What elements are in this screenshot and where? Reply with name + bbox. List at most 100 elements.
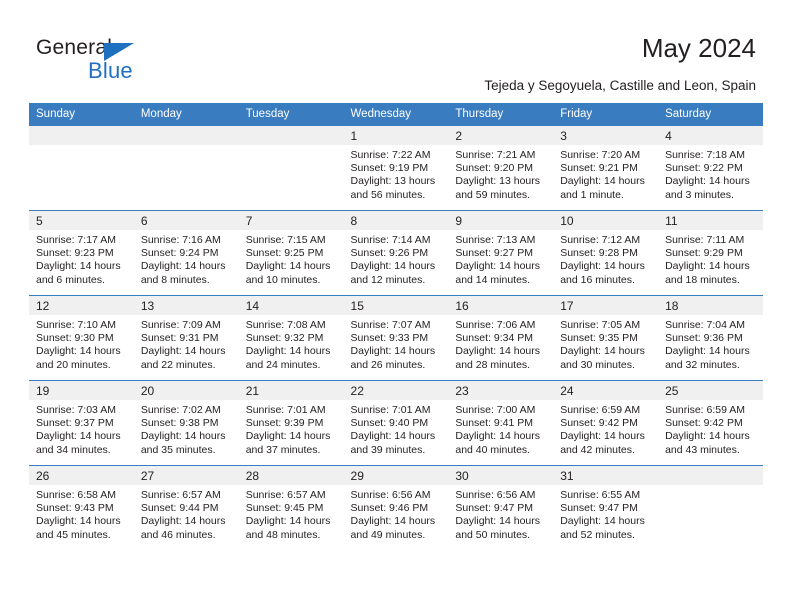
sunrise-text: Sunrise: 6:55 AM: [560, 489, 641, 501]
daylight-text: Daylight: 14 hours and 24 minutes.: [245, 345, 331, 371]
day-number: 21: [238, 381, 344, 400]
daylight-text: Daylight: 14 hours and 35 minutes.: [140, 430, 226, 456]
sunset-text: Sunset: 9:47 PM: [455, 502, 534, 515]
sunrise-text: Sunrise: 6:56 AM: [455, 489, 536, 501]
day-details: Sunrise: 7:20 AM Sunset: 9:21 PM Daylight:…: [553, 145, 658, 202]
calendar-day-cell[interactable]: 4 Sunrise: 7:18 AM Sunset: 9:22 PM Daylight…: [658, 125, 763, 211]
sunrise-text: Sunrise: 7:04 AM: [665, 319, 746, 331]
daylight-text: Daylight: 14 hours and 3 minutes.: [665, 175, 750, 201]
page-title: May 2024: [641, 33, 756, 63]
calendar-day-cell[interactable]: 29 Sunrise: 6:56 AM Sunset: 9:46 PM Dayligh…: [343, 465, 449, 550]
day-number: 20: [133, 381, 239, 400]
sunrise-text: Sunrise: 7:06 AM: [455, 319, 536, 331]
daylight-text: Daylight: 14 hours and 40 minutes.: [455, 430, 541, 456]
day-details: Sunrise: 6:58 AM Sunset: 9:43 PM Daylight:…: [29, 485, 134, 542]
day-details: Sunrise: 7:11 AM Sunset: 9:29 PM Daylight:…: [658, 230, 763, 287]
calendar-day-cell[interactable]: 26 Sunrise: 6:58 AM Sunset: 9:43 PM Dayligh…: [29, 465, 134, 550]
calendar-day-cell[interactable]: 2 Sunrise: 7:21 AM Sunset: 9:20 PM Daylight…: [448, 125, 554, 211]
sunrise-text: Sunrise: 7:03 AM: [36, 404, 116, 416]
daylight-text: Daylight: 14 hours and 10 minutes.: [245, 260, 331, 286]
calendar-page: General Blue May 2024 Tejeda y Segoyuela…: [0, 0, 792, 612]
calendar-day-cell[interactable]: 20 Sunrise: 7:02 AM Sunset: 9:38 PM Dayligh…: [133, 380, 239, 466]
sunset-text: Sunset: 9:37 PM: [36, 417, 114, 430]
sunrise-text: Sunrise: 7:20 AM: [560, 149, 641, 161]
sunrise-text: Sunrise: 7:16 AM: [140, 234, 221, 246]
daylight-text: Daylight: 13 hours and 59 minutes.: [455, 175, 541, 201]
sunrise-text: Sunrise: 6:56 AM: [350, 489, 431, 501]
day-number: [238, 126, 344, 145]
weekday-header-sunday: Sunday: [29, 103, 134, 126]
calendar-day-cell[interactable]: 12 Sunrise: 7:10 AM Sunset: 9:30 PM Dayligh…: [29, 295, 134, 381]
calendar-day-cell[interactable]: 16 Sunrise: 7:06 AM Sunset: 9:34 PM Dayligh…: [448, 295, 554, 381]
calendar-day-cell[interactable]: 25 Sunrise: 6:59 AM Sunset: 9:42 PM Dayligh…: [658, 380, 763, 466]
calendar-day-cell[interactable]: 27 Sunrise: 6:57 AM Sunset: 9:44 PM Dayligh…: [133, 465, 239, 550]
calendar-week-row: 12 Sunrise: 7:10 AM Sunset: 9:30 PM Dayligh…: [29, 295, 763, 381]
sunrise-sunset-calendar: Sunday Monday Tuesday Wednesday Thursday…: [29, 103, 763, 550]
sunrise-text: Sunrise: 7:07 AM: [350, 319, 431, 331]
sunset-text: Sunset: 9:30 PM: [36, 332, 114, 345]
day-number: 22: [343, 381, 449, 400]
sunset-text: Sunset: 9:27 PM: [455, 247, 534, 260]
calendar-day-cell[interactable]: 6 Sunrise: 7:16 AM Sunset: 9:24 PM Daylight…: [133, 210, 239, 296]
day-details: Sunrise: 7:08 AM Sunset: 9:32 PM Daylight:…: [239, 315, 344, 372]
calendar-day-cell[interactable]: 17 Sunrise: 7:05 AM Sunset: 9:35 PM Dayligh…: [553, 295, 659, 381]
calendar-day-cell[interactable]: 9 Sunrise: 7:13 AM Sunset: 9:27 PM Daylight…: [448, 210, 554, 296]
sunrise-text: Sunrise: 7:11 AM: [665, 234, 745, 246]
calendar-day-cell[interactable]: 21 Sunrise: 7:01 AM Sunset: 9:39 PM Dayligh…: [238, 380, 344, 466]
day-details: Sunrise: 7:05 AM Sunset: 9:35 PM Daylight:…: [553, 315, 658, 372]
calendar-day-cell[interactable]: 24 Sunrise: 6:59 AM Sunset: 9:42 PM Dayligh…: [553, 380, 659, 466]
day-number: 12: [29, 296, 134, 315]
day-details: Sunrise: 7:02 AM Sunset: 9:38 PM Daylight:…: [134, 400, 239, 457]
day-number: 23: [448, 381, 554, 400]
day-details: Sunrise: 7:22 AM Sunset: 9:19 PM Daylight:…: [344, 145, 449, 202]
calendar-day-cell[interactable]: 5 Sunrise: 7:17 AM Sunset: 9:23 PM Daylight…: [29, 210, 134, 296]
calendar-day-cell[interactable]: 28 Sunrise: 6:57 AM Sunset: 9:45 PM Dayligh…: [238, 465, 344, 550]
daylight-text: Daylight: 14 hours and 50 minutes.: [455, 515, 541, 541]
calendar-day-cell[interactable]: 8 Sunrise: 7:14 AM Sunset: 9:26 PM Daylight…: [343, 210, 449, 296]
page-subtitle: Tejeda y Segoyuela, Castille and Leon, S…: [484, 78, 756, 93]
calendar-day-cell[interactable]: 11 Sunrise: 7:11 AM Sunset: 9:29 PM Dayligh…: [658, 210, 763, 296]
calendar-day-cell[interactable]: 23 Sunrise: 7:00 AM Sunset: 9:41 PM Dayligh…: [448, 380, 554, 466]
calendar-day-cell[interactable]: 13 Sunrise: 7:09 AM Sunset: 9:31 PM Dayligh…: [133, 295, 239, 381]
calendar-day-cell[interactable]: 18 Sunrise: 7:04 AM Sunset: 9:36 PM Dayligh…: [658, 295, 763, 381]
sunrise-text: Sunrise: 6:58 AM: [36, 489, 116, 501]
calendar-day-cell[interactable]: 3 Sunrise: 7:20 AM Sunset: 9:21 PM Daylight…: [553, 125, 659, 211]
day-details: Sunrise: 6:56 AM Sunset: 9:47 PM Daylight:…: [448, 485, 553, 542]
sunset-text: Sunset: 9:33 PM: [350, 332, 429, 345]
day-details: Sunrise: 7:01 AM Sunset: 9:40 PM Daylight:…: [344, 400, 449, 457]
sunset-text: Sunset: 9:29 PM: [665, 247, 743, 260]
daylight-text: Daylight: 14 hours and 46 minutes.: [140, 515, 226, 541]
calendar-day-cell[interactable]: 15 Sunrise: 7:07 AM Sunset: 9:33 PM Dayligh…: [343, 295, 449, 381]
day-number: 1: [343, 126, 449, 145]
sunrise-text: Sunrise: 6:59 AM: [560, 404, 641, 416]
sunrise-text: Sunrise: 7:22 AM: [350, 149, 431, 161]
day-number: [133, 126, 239, 145]
day-details: Sunrise: 7:12 AM Sunset: 9:28 PM Daylight:…: [553, 230, 658, 287]
calendar-day-cell[interactable]: 30 Sunrise: 6:56 AM Sunset: 9:47 PM Dayligh…: [448, 465, 554, 550]
day-number: 16: [448, 296, 554, 315]
sunset-text: Sunset: 9:25 PM: [245, 247, 324, 260]
daylight-text: Daylight: 14 hours and 49 minutes.: [350, 515, 436, 541]
calendar-day-cell[interactable]: 31 Sunrise: 6:55 AM Sunset: 9:47 PM Dayligh…: [553, 465, 659, 550]
sunset-text: Sunset: 9:35 PM: [560, 332, 638, 345]
sunset-text: Sunset: 9:23 PM: [36, 247, 114, 260]
day-number: 25: [658, 381, 763, 400]
sunrise-text: Sunrise: 7:08 AM: [245, 319, 326, 331]
weekday-header-thursday: Thursday: [448, 103, 554, 126]
daylight-text: Daylight: 14 hours and 22 minutes.: [140, 345, 226, 371]
sunrise-text: Sunrise: 7:18 AM: [665, 149, 746, 161]
calendar-day-cell[interactable]: 14 Sunrise: 7:08 AM Sunset: 9:32 PM Dayligh…: [238, 295, 344, 381]
daylight-text: Daylight: 14 hours and 28 minutes.: [455, 345, 541, 371]
general-blue-logo[interactable]: General Blue: [36, 36, 216, 84]
calendar-day-cell[interactable]: 22 Sunrise: 7:01 AM Sunset: 9:40 PM Dayligh…: [343, 380, 449, 466]
calendar-cell-empty: [133, 125, 239, 211]
daylight-text: Daylight: 14 hours and 52 minutes.: [560, 515, 645, 541]
calendar-day-cell[interactable]: 10 Sunrise: 7:12 AM Sunset: 9:28 PM Dayligh…: [553, 210, 659, 296]
calendar-day-cell[interactable]: 1 Sunrise: 7:22 AM Sunset: 9:19 PM Daylight…: [343, 125, 449, 211]
calendar-day-cell[interactable]: 7 Sunrise: 7:15 AM Sunset: 9:25 PM Daylight…: [238, 210, 344, 296]
calendar-day-cell[interactable]: 19 Sunrise: 7:03 AM Sunset: 9:37 PM Dayligh…: [29, 380, 134, 466]
daylight-text: Daylight: 14 hours and 20 minutes.: [36, 345, 121, 371]
calendar-body: 1 Sunrise: 7:22 AM Sunset: 9:19 PM Daylight…: [29, 125, 763, 550]
sunset-text: Sunset: 9:36 PM: [665, 332, 743, 345]
day-details: Sunrise: 7:03 AM Sunset: 9:37 PM Daylight:…: [29, 400, 134, 457]
